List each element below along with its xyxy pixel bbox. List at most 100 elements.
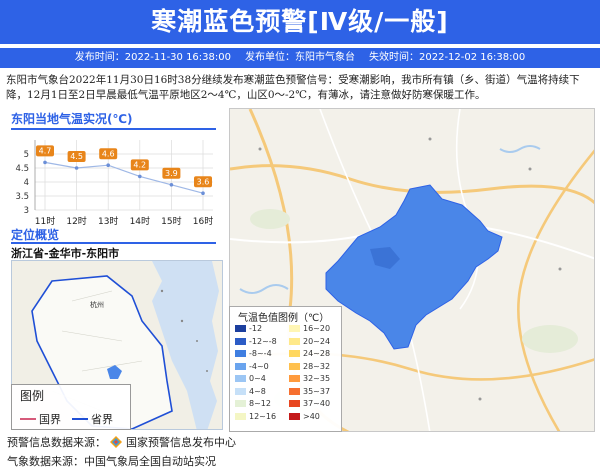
- temp-legend-item: 8~12: [235, 398, 289, 410]
- data-point: [201, 191, 205, 195]
- color-swatch: [235, 325, 246, 333]
- data-point: [138, 174, 142, 179]
- temp-legend-item: -8~-4: [235, 348, 289, 360]
- data-label: 4.2: [133, 161, 146, 170]
- temp-legend-item: 37~40: [289, 398, 343, 410]
- temp-range-label: 8~12: [249, 399, 271, 409]
- color-swatch: [235, 412, 246, 420]
- title-underline: [11, 128, 216, 130]
- title-underline: [11, 242, 216, 244]
- national-border-icon: [20, 418, 36, 420]
- legend-label: 省界: [91, 413, 113, 426]
- y-tick-label: 3: [24, 206, 29, 216]
- color-swatch: [289, 387, 300, 395]
- temp-range-label: -12: [249, 324, 263, 334]
- temp-legend-item: 35~37: [289, 386, 343, 398]
- temp-range-label: 24~28: [303, 349, 331, 359]
- color-swatch: [289, 375, 300, 383]
- data-label: 4.6: [102, 149, 115, 158]
- warning-description: 东阳市气象台2022年11月30日16时38分继续发布寒潮蓝色预警信号：受寒潮影…: [6, 74, 580, 101]
- y-tick-label: 3.5: [15, 192, 29, 202]
- x-tick-label: 16时: [193, 215, 213, 227]
- overview-map-legend: 图例 国界 省界: [11, 384, 131, 430]
- x-tick-label: 14时: [130, 215, 150, 227]
- temp-range-label: -12~-8: [249, 336, 277, 346]
- temp-range-label: 20~24: [303, 336, 331, 346]
- data-label: 3.6: [197, 177, 210, 186]
- x-tick-label: 13时: [98, 215, 118, 227]
- y-tick-label: 4.5: [15, 164, 29, 174]
- color-swatch: [289, 325, 300, 333]
- location-path: 浙江省-金华市-东阳市: [11, 247, 120, 260]
- city-label-hangzhou: 杭州: [90, 300, 104, 309]
- temp-range-label: -8~-4: [249, 349, 272, 359]
- color-swatch: [289, 412, 300, 420]
- x-tick-label: 12时: [66, 215, 86, 227]
- temp-legend-item: >40: [289, 411, 343, 423]
- color-swatch: [235, 400, 246, 408]
- data-label: 3.9: [165, 169, 178, 178]
- warning-center-logo-icon: [110, 436, 122, 448]
- temp-legend-title: 气温色值图例（℃）: [238, 313, 330, 324]
- temp-legend-item: -12~-8: [235, 336, 289, 348]
- temp-legend-item: 12~16: [235, 411, 289, 423]
- temp-range-label: 0~4: [249, 374, 266, 384]
- color-swatch: [289, 350, 300, 358]
- province-border-icon: [72, 418, 88, 420]
- temp-legend-item: 20~24: [289, 336, 343, 348]
- page-title: 寒潮蓝色预警[Ⅳ级/一般]: [0, 0, 600, 44]
- temp-range-label: 16~20: [303, 324, 331, 334]
- color-swatch: [235, 387, 246, 395]
- data-label: 4.7: [39, 147, 52, 156]
- warning-source-name[interactable]: 国家预警信息发布中心: [126, 434, 236, 450]
- data-label: 4.5: [70, 152, 83, 161]
- temp-legend-item: 32~35: [289, 373, 343, 385]
- data-point: [74, 166, 79, 170]
- color-swatch: [289, 400, 300, 408]
- x-tick-label: 15时: [161, 215, 181, 227]
- temp-legend-item: 16~20: [289, 323, 343, 335]
- temp-range-label: 4~8: [249, 386, 266, 396]
- temp-range-label: 12~16: [249, 411, 277, 421]
- temp-range-label: 32~35: [303, 374, 331, 384]
- color-swatch: [235, 337, 246, 345]
- publish-time: 发布时间：2022-11-30 16:38:00: [74, 52, 231, 63]
- temp-range-label: 37~40: [303, 399, 331, 409]
- temp-legend-item: 28~32: [289, 361, 343, 373]
- location-title: 定位概览: [11, 228, 60, 242]
- color-swatch: [289, 362, 300, 370]
- temp-legend-item: -4~0: [235, 361, 289, 373]
- color-swatch: [235, 375, 246, 383]
- temp-range-label: 28~32: [303, 361, 331, 371]
- expire-time: 失效时间：2022-12-02 16:38:00: [369, 52, 526, 63]
- legend-label: 国界: [39, 413, 61, 426]
- temp-legend-item: 24~28: [289, 348, 343, 360]
- legend-item-province-border: 省界: [72, 411, 113, 427]
- temp-legend-item: 0~4: [235, 373, 289, 385]
- temp-legend-item: -12: [235, 323, 289, 335]
- meta-bar: 发布时间：2022-11-30 16:38:00 发布单位：东阳市气象台 失效时…: [0, 48, 600, 68]
- warning-source: 预警信息数据来源： 国家预警信息发布中心: [7, 434, 236, 450]
- color-swatch: [235, 350, 246, 358]
- data-point: [43, 160, 47, 165]
- temp-range-label: 35~37: [303, 386, 331, 396]
- weather-source: 气象数据来源：中国气象局全国自动站实况: [7, 455, 216, 468]
- y-tick-label: 5: [24, 150, 29, 160]
- data-point: [106, 163, 110, 167]
- left-panel: 东阳当地气温实况(℃) 5 4.5 4 3.5 3 4.7 11时 4.5 12时 4.6 13时 4…: [5, 108, 223, 432]
- temp-range-label: >40: [303, 411, 320, 421]
- color-swatch: [235, 362, 246, 370]
- temperature-chart: 54.543.534.711时4.512时4.613时4.214时3.915时3…: [15, 140, 213, 227]
- publisher: 发布单位：东阳市气象台: [245, 52, 355, 63]
- y-tick-label: 4: [24, 178, 29, 188]
- data-point: [169, 183, 174, 187]
- temperature-color-legend: 气温色值图例（℃） -12 16~20 -12~-8 20~24 -8~-4 24~28-…: [229, 306, 342, 432]
- legend-title: 图例: [20, 389, 45, 403]
- color-swatch: [289, 337, 300, 345]
- temp-legend-item: 4~8: [235, 386, 289, 398]
- temperature-panel-title: 东阳当地气温实况(℃): [11, 112, 133, 126]
- temp-legend-grid: -12 16~20 -12~-8 20~24 -8~-4 24~28 -4~0 28~32 0~…: [235, 323, 343, 422]
- temp-range-label: -4~0: [249, 361, 269, 371]
- legend-item-national-border: 国界: [20, 411, 61, 427]
- warning-source-label: 预警信息数据来源：: [7, 436, 106, 449]
